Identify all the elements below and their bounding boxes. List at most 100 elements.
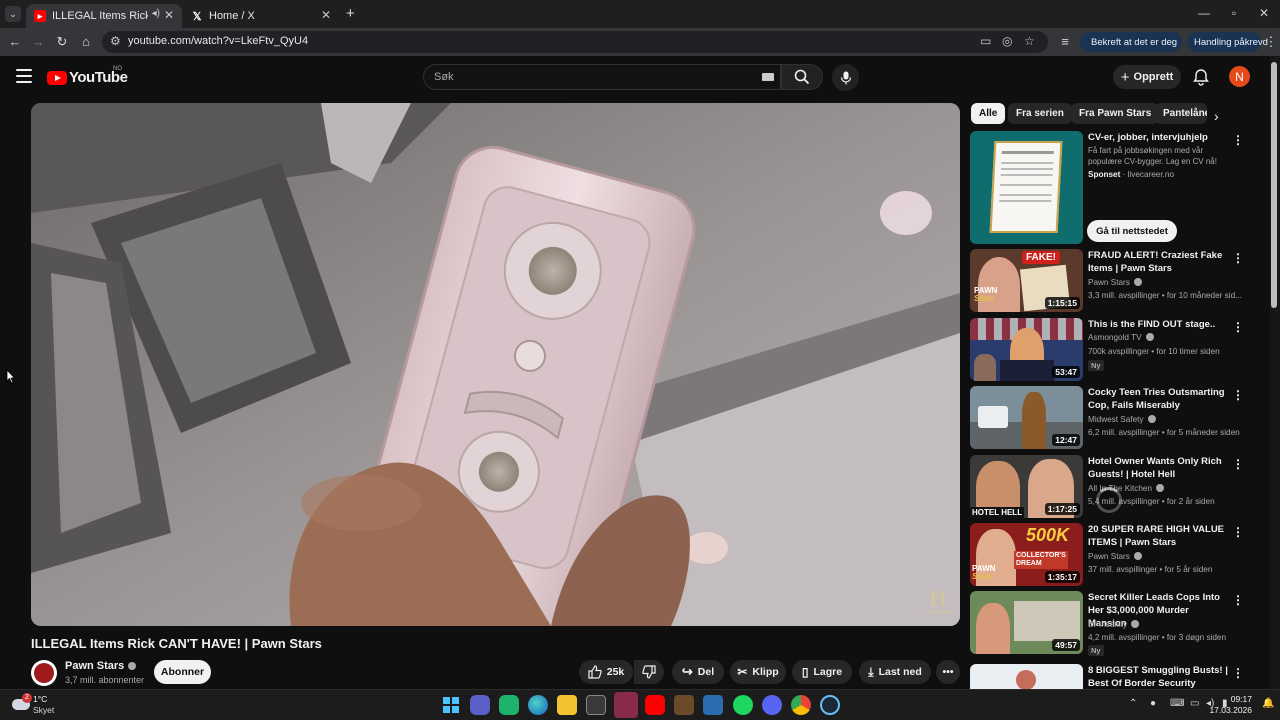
- recommended-video[interactable]: 500K COLLECTOR'S DREAM PAWN Stars 1:35:17 …: [970, 523, 1250, 586]
- video-title[interactable]: 20 SUPER RARE HIGH VALUE ITEMS | Pawn St…: [1088, 523, 1228, 549]
- video-title[interactable]: 8 BIGGEST Smuggling Busts! | Best Of Bor…: [1088, 664, 1228, 689]
- dislike-button[interactable]: [634, 660, 664, 684]
- video-title[interactable]: FRAUD ALERT! Craziest Fake Items | Pawn …: [1088, 249, 1228, 275]
- more-options-icon[interactable]: ⋮: [1232, 593, 1244, 607]
- youtube-app-icon[interactable]: [645, 695, 665, 715]
- weather-widget[interactable]: 2 1°C Skyet: [8, 690, 68, 720]
- tab-close-icon[interactable]: ✕: [164, 8, 174, 22]
- start-windows-icon[interactable]: [441, 695, 461, 715]
- channel-line[interactable]: Dr Insanity: [1088, 620, 1140, 629]
- video-thumbnail[interactable]: [970, 664, 1083, 689]
- share-button[interactable]: ↪ Del: [672, 660, 724, 684]
- restore-icon[interactable]: ▫: [1222, 6, 1246, 20]
- steam-icon[interactable]: [820, 695, 840, 715]
- chevron-right-icon[interactable]: ›: [1214, 108, 1219, 124]
- channel-name[interactable]: Pawn Stars: [65, 660, 137, 672]
- video-title[interactable]: Cocky Teen Tries Outsmarting Cop, Fails …: [1088, 386, 1228, 412]
- recommended-video[interactable]: 8 BIGGEST Smuggling Busts! | Best Of Bor…: [970, 664, 1250, 689]
- network-icon[interactable]: ▭: [1190, 698, 1199, 709]
- video-player[interactable]: H HISTORY: [31, 103, 960, 626]
- forward-icon[interactable]: →: [29, 34, 47, 49]
- more-options-icon[interactable]: ⋮: [1232, 457, 1244, 471]
- video-title[interactable]: This is the FIND OUT stage..: [1088, 318, 1228, 331]
- spotify-icon[interactable]: [733, 695, 753, 715]
- recommended-video[interactable]: HOTEL HELL 1:17:25 Hotel Owner Wants Onl…: [970, 455, 1250, 518]
- chip-all[interactable]: Alle: [971, 103, 1006, 124]
- chrome-icon[interactable]: [791, 695, 811, 715]
- app-blue-icon[interactable]: [703, 695, 723, 715]
- voice-search-button[interactable]: [832, 64, 859, 91]
- like-button[interactable]: 25k: [579, 660, 633, 684]
- more-options-icon[interactable]: ⋮: [1232, 525, 1244, 539]
- video-thumbnail[interactable]: FAKE! PAWN Stars 1:15:15: [970, 249, 1083, 312]
- action-required-pill[interactable]: Handling påkrevd: [1187, 32, 1268, 52]
- more-options-icon[interactable]: ⋮: [1232, 133, 1244, 147]
- video-thumbnail[interactable]: HOTEL HELL 1:17:25: [970, 455, 1083, 518]
- new-tab-button[interactable]: +: [346, 5, 355, 22]
- more-options-icon[interactable]: ⋮: [1232, 388, 1244, 402]
- chip-from-pawn-stars[interactable]: Fra Pawn Stars: [1071, 103, 1160, 124]
- download-button[interactable]: ⤓ Last ned: [859, 660, 931, 684]
- app-brown-icon[interactable]: [674, 695, 694, 715]
- address-bar[interactable]: ⚙ youtube.com/watch?v=LkeFtv_QyU4 ▭ ◎ ☆: [102, 31, 1048, 53]
- hamburger-menu-icon[interactable]: [16, 69, 32, 83]
- create-button[interactable]: + Opprett: [1113, 65, 1181, 89]
- ad-thumbnail[interactable]: [970, 131, 1083, 244]
- sponsored-ad[interactable]: CV-er, jobber, intervjuhjelp Få fart på …: [970, 131, 1250, 244]
- tab-x[interactable]: 𝕏 Home / X ✕: [183, 4, 339, 28]
- more-options-icon[interactable]: ⋮: [1232, 666, 1244, 680]
- channel-line[interactable]: Asmongold TV: [1088, 333, 1154, 342]
- tab-close-icon[interactable]: ✕: [321, 8, 331, 22]
- recommended-video[interactable]: 49:57 Secret Killer Leads Cops Into Her …: [970, 591, 1250, 656]
- verify-identity-pill[interactable]: Bekreft at det er deg: [1080, 32, 1182, 52]
- notifications-bell-icon[interactable]: [1192, 68, 1210, 86]
- clip-button[interactable]: ✂ Klipp: [730, 660, 786, 684]
- reload-icon[interactable]: ↻: [53, 34, 71, 50]
- scrollbar-thumb[interactable]: [1271, 62, 1277, 308]
- teams-icon[interactable]: [470, 695, 490, 715]
- minimize-icon[interactable]: —: [1192, 6, 1216, 20]
- tab-search-button[interactable]: ⌄: [5, 6, 21, 22]
- tab-list-icon[interactable]: ≡: [1056, 34, 1074, 49]
- video-title[interactable]: Hotel Owner Wants Only Rich Guests! | Ho…: [1088, 455, 1228, 481]
- keyboard-icon[interactable]: [762, 73, 774, 81]
- edge-icon[interactable]: [528, 695, 548, 715]
- app-green-icon[interactable]: [499, 695, 519, 715]
- audio-icon[interactable]: ◂): [152, 8, 160, 19]
- home-icon[interactable]: ⌂: [77, 34, 95, 49]
- chip-from-series[interactable]: Fra serien: [1008, 103, 1072, 124]
- discord-icon[interactable]: [762, 695, 782, 715]
- video-thumbnail[interactable]: 49:57: [970, 591, 1083, 654]
- chip-pawnshop[interactable]: Pantelåne: [1155, 103, 1207, 124]
- recommended-video[interactable]: FAKE! PAWN Stars 1:15:15 FRAUD ALERT! Cra…: [970, 249, 1250, 312]
- file-explorer-icon[interactable]: [557, 695, 577, 715]
- more-options-icon[interactable]: ⋮: [1232, 251, 1244, 265]
- video-thumbnail[interactable]: 12:47: [970, 386, 1083, 449]
- bookmark-star-icon[interactable]: ☆: [1024, 34, 1035, 48]
- search-input[interactable]: Søk: [423, 64, 781, 90]
- notifications-icon[interactable]: 🔔: [1262, 698, 1274, 709]
- more-options-icon[interactable]: ⋮: [1232, 320, 1244, 334]
- menu-dots-icon[interactable]: ⋮: [1262, 34, 1280, 50]
- channel-line[interactable]: Pawn Stars: [1088, 552, 1142, 561]
- cast-icon[interactable]: ▭: [980, 34, 991, 48]
- back-icon[interactable]: ←: [6, 34, 24, 49]
- save-button[interactable]: ▯ Lagre: [792, 660, 852, 684]
- ad-title[interactable]: CV-er, jobber, intervjuhjelp: [1088, 131, 1228, 144]
- account-avatar[interactable]: N: [1229, 66, 1250, 87]
- subscribe-button[interactable]: Abonner: [154, 660, 211, 684]
- channel-line[interactable]: Pawn Stars: [1088, 278, 1142, 287]
- search-button[interactable]: [781, 64, 823, 90]
- system-clock[interactable]: 09:17 17.03.2026: [1209, 694, 1252, 716]
- active-app-icon[interactable]: [614, 692, 638, 718]
- video-thumbnail[interactable]: 53:47: [970, 318, 1083, 381]
- recommended-video[interactable]: 12:47 Cocky Teen Tries Outsmarting Cop, …: [970, 386, 1250, 449]
- close-window-icon[interactable]: ✕: [1252, 6, 1276, 20]
- more-actions-button[interactable]: •••: [936, 660, 960, 684]
- channel-avatar[interactable]: [31, 660, 57, 686]
- tracking-icon[interactable]: ◎: [1002, 34, 1012, 48]
- store-icon[interactable]: [586, 695, 606, 715]
- visit-site-button[interactable]: Gå til nettstedet: [1087, 220, 1177, 242]
- url-text[interactable]: youtube.com/watch?v=LkeFtv_QyU4: [128, 35, 308, 47]
- video-thumbnail[interactable]: 500K COLLECTOR'S DREAM PAWN Stars 1:35:17: [970, 523, 1083, 586]
